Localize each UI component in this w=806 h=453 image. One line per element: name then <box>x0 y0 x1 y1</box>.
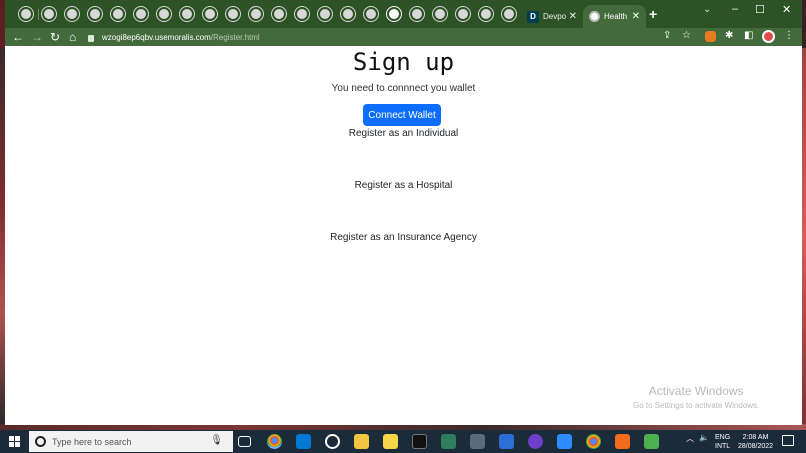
tab-favicon-icon[interactable] <box>179 6 195 22</box>
tab-health[interactable]: Health I ✕ <box>583 5 646 28</box>
tab-label: Devpost <box>543 12 566 21</box>
desktop-background-right <box>802 48 806 426</box>
file-explorer-icon[interactable] <box>354 434 369 449</box>
taskbar: Type here to search 🎙 ︿ 🔈 ENG INTL 2:08 … <box>0 430 806 453</box>
new-tab-button[interactable]: + <box>649 6 657 22</box>
register-hospital-link[interactable]: Register as a Hospital <box>5 180 802 191</box>
minimize-icon[interactable]: – <box>732 3 738 15</box>
tab-favicon-icon[interactable] <box>294 6 310 22</box>
page-content: Sign up You need to connnect you wallet … <box>5 46 802 425</box>
profile-avatar[interactable] <box>762 30 775 43</box>
home-icon[interactable]: ⌂ <box>69 29 76 45</box>
browser-window: D Devpost ✕ Health I ✕ + ⌄ – ☐ ✕ ← → ↻ ⌂… <box>5 0 802 425</box>
notification-icon[interactable] <box>782 435 794 446</box>
search-placeholder: Type here to search <box>52 436 132 447</box>
app-green-icon[interactable] <box>644 434 659 449</box>
xampp-app-icon[interactable] <box>615 434 630 449</box>
tab-favicon-icon[interactable] <box>18 6 34 22</box>
photos-app-icon[interactable] <box>441 434 456 449</box>
tab-search-chevron-icon[interactable]: ⌄ <box>703 4 711 15</box>
bookmark-star-icon[interactable]: ☆ <box>682 30 691 41</box>
browser-toolbar: ← → ↻ ⌂ wzogi8ep6qbv.usemoralis.com/Regi… <box>5 28 802 46</box>
close-window-icon[interactable]: ✕ <box>782 3 791 16</box>
tab-favicon-icon[interactable] <box>64 6 80 22</box>
github-app-icon[interactable] <box>528 434 543 449</box>
tab-favicon-icon[interactable] <box>501 6 517 22</box>
tab-favicon-icon <box>589 11 600 22</box>
close-icon[interactable]: ✕ <box>569 11 577 22</box>
share-icon[interactable]: ⇪ <box>663 30 671 41</box>
volume-icon[interactable]: 🔈 <box>699 433 709 442</box>
metamask-extension-icon[interactable] <box>705 31 716 42</box>
tab-favicon-icon[interactable] <box>41 6 57 22</box>
tab-label: Health I <box>604 12 629 21</box>
terminal-app-icon[interactable] <box>412 434 427 449</box>
microphone-icon[interactable]: 🎙 <box>210 435 223 446</box>
windows-start-icon[interactable] <box>9 436 20 447</box>
tab-favicon-icon[interactable] <box>340 6 356 22</box>
side-panel-icon[interactable]: ◧ <box>744 30 753 41</box>
sticky-notes-icon[interactable] <box>383 434 398 449</box>
tab-favicon-icon[interactable] <box>202 6 218 22</box>
zoom-app-icon[interactable] <box>557 434 572 449</box>
clock-time: 2:08 AM <box>742 434 769 441</box>
register-insurance-agency-link[interactable]: Register as an Insurance Agency <box>5 232 802 243</box>
chrome-app-icon[interactable] <box>267 434 282 449</box>
notion-app-icon[interactable] <box>499 434 514 449</box>
tab-strip: D Devpost ✕ Health I ✕ + ⌄ – ☐ ✕ <box>5 0 802 28</box>
tab-devpost[interactable]: D Devpost ✕ <box>521 5 583 28</box>
network-app-icon[interactable] <box>470 434 485 449</box>
forward-arrow-icon[interactable]: → <box>31 29 43 45</box>
vscode-app-icon[interactable] <box>296 434 311 449</box>
tab-favicon-icon[interactable] <box>110 6 126 22</box>
tab-favicon-icon[interactable] <box>409 6 425 22</box>
language-indicator[interactable]: ENG INTL <box>715 433 730 451</box>
clock[interactable]: 2:08 AM 28/08/2022 <box>738 433 773 451</box>
clock-date: 28/08/2022 <box>738 443 774 450</box>
tab-favicon-icon[interactable] <box>317 6 333 22</box>
page-title: Sign up <box>352 48 455 76</box>
tab-favicon-icon[interactable] <box>156 6 172 22</box>
close-icon[interactable]: ✕ <box>632 11 640 22</box>
url-host: wzogi8ep6qbv.usemoralis.com <box>102 32 211 42</box>
tab-favicon-icon[interactable] <box>225 6 241 22</box>
taskbar-search-input[interactable]: Type here to search 🎙 <box>29 431 233 452</box>
lock-icon <box>88 34 94 42</box>
lang-line1: ENG <box>715 434 731 441</box>
devpost-favicon-icon: D <box>527 10 539 23</box>
cortana-icon <box>35 436 46 447</box>
tab-favicon-icon[interactable] <box>248 6 264 22</box>
tab-favicon-icon[interactable] <box>133 6 149 22</box>
register-individual-link[interactable]: Register as an Individual <box>5 128 802 139</box>
tray-chevron-up-icon[interactable]: ︿ <box>686 433 694 444</box>
app-circle-icon[interactable] <box>325 434 340 449</box>
watermark-subtitle: Go to Settings to activate Windows. <box>633 401 760 410</box>
connect-wallet-button[interactable]: Connect Wallet <box>363 104 441 126</box>
menu-kebab-icon[interactable]: ⋮ <box>784 30 794 41</box>
activate-windows-watermark: Activate Windows Go to Settings to activ… <box>633 384 759 410</box>
reload-icon[interactable]: ↻ <box>50 29 60 45</box>
maximize-icon[interactable]: ☐ <box>755 3 765 16</box>
tab-favicon-icon[interactable] <box>363 6 379 22</box>
tab-favicon-icon[interactable] <box>432 6 448 22</box>
tab-favicon-icon[interactable] <box>87 6 103 22</box>
watermark-title: Activate Windows <box>648 384 744 398</box>
tab-favicon-icon[interactable] <box>271 6 287 22</box>
tab-favicon-icon[interactable] <box>386 6 402 22</box>
lang-line2: INTL <box>715 443 731 450</box>
back-arrow-icon[interactable]: ← <box>12 29 24 45</box>
address-bar[interactable]: wzogi8ep6qbv.usemoralis.com/Register.htm… <box>88 29 648 45</box>
tab-favicon-icon[interactable] <box>478 6 494 22</box>
tab-favicon-icon[interactable] <box>455 6 471 22</box>
extensions-puzzle-icon[interactable]: ✱ <box>725 30 733 41</box>
chrome-profile-app-icon[interactable] <box>586 434 601 449</box>
url-path: /Register.html <box>210 32 260 42</box>
page-subtitle: You need to connnect you wallet <box>331 83 476 94</box>
task-view-icon[interactable] <box>238 436 251 447</box>
tab-separator <box>38 9 39 20</box>
